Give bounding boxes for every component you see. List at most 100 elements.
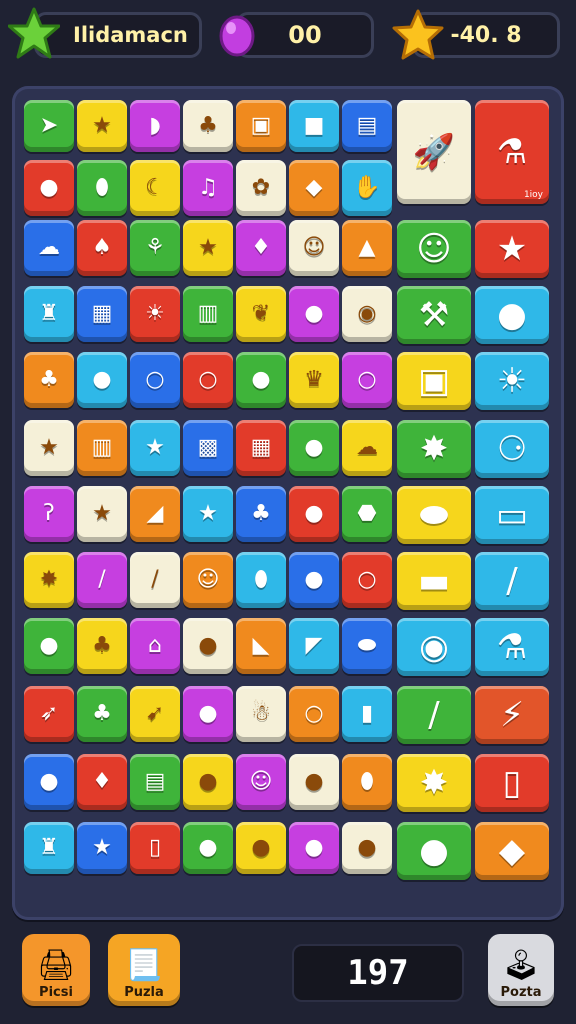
- game-tile[interactable]: ▯: [130, 822, 180, 874]
- game-tile[interactable]: ☀: [130, 286, 180, 342]
- game-tile[interactable]: ○: [342, 552, 392, 608]
- game-tile[interactable]: ★: [183, 486, 233, 542]
- game-tile[interactable]: ♣: [24, 352, 74, 408]
- big-game-tile[interactable]: ●: [475, 286, 549, 344]
- game-tile[interactable]: ☺: [183, 552, 233, 608]
- game-tile[interactable]: ●: [236, 352, 286, 408]
- game-tile[interactable]: ■: [289, 100, 339, 152]
- game-tile[interactable]: ⬮: [77, 160, 127, 216]
- game-tile[interactable]: ☁: [24, 220, 74, 276]
- game-tile[interactable]: ♛: [289, 352, 339, 408]
- game-tile[interactable]: ●: [342, 822, 392, 874]
- game-tile[interactable]: ✸: [24, 552, 74, 608]
- big-game-tile[interactable]: ◉: [397, 618, 471, 676]
- game-tile[interactable]: ♣: [77, 618, 127, 674]
- big-game-tile[interactable]: ⚗: [475, 618, 549, 676]
- game-tile[interactable]: ▥: [183, 286, 233, 342]
- game-tile[interactable]: ♫: [183, 160, 233, 216]
- game-tile[interactable]: ♜: [24, 822, 74, 874]
- game-tile[interactable]: ●: [183, 754, 233, 810]
- game-tile[interactable]: ▤: [342, 100, 392, 152]
- game-tile[interactable]: ●: [289, 420, 339, 476]
- game-tile[interactable]: ⬮: [342, 754, 392, 810]
- big-game-tile[interactable]: ●: [397, 822, 471, 880]
- big-game-tile[interactable]: ▣: [397, 352, 471, 410]
- big-game-tile[interactable]: /: [397, 686, 471, 744]
- game-tile[interactable]: ●: [24, 618, 74, 674]
- big-game-tile[interactable]: /: [475, 552, 549, 610]
- big-game-tile[interactable]: ★: [475, 220, 549, 278]
- settings-button[interactable]: 🕹 Pozta: [488, 934, 554, 1006]
- game-tile[interactable]: ▣: [236, 100, 286, 152]
- big-game-tile[interactable]: ▬: [397, 552, 471, 610]
- game-tile[interactable]: ♦: [77, 754, 127, 810]
- game-tile[interactable]: /: [77, 552, 127, 608]
- game-tile[interactable]: ▤: [130, 754, 180, 810]
- game-tile[interactable]: ★: [77, 100, 127, 152]
- game-tile[interactable]: ◗: [130, 100, 180, 152]
- game-tile[interactable]: ▲: [342, 220, 392, 276]
- game-tile[interactable]: ♦: [236, 220, 286, 276]
- game-tile[interactable]: ◢: [130, 486, 180, 542]
- game-tile[interactable]: ◣: [236, 618, 286, 674]
- game-tile[interactable]: ♣: [77, 686, 127, 742]
- game-tile[interactable]: ●: [236, 822, 286, 874]
- big-game-tile[interactable]: ⚒: [397, 286, 471, 344]
- big-game-tile[interactable]: ☀: [475, 352, 549, 410]
- game-tile[interactable]: ◤: [289, 618, 339, 674]
- game-tile[interactable]: ★: [130, 420, 180, 476]
- big-game-tile[interactable]: ☺: [397, 220, 471, 278]
- big-game-tile[interactable]: ✸: [397, 420, 471, 478]
- big-game-tile[interactable]: ⚗ 1ioy: [475, 100, 549, 204]
- game-tile[interactable]: ➤: [24, 100, 74, 152]
- big-game-tile[interactable]: ⚆: [475, 420, 549, 478]
- game-tile[interactable]: ⌂: [130, 618, 180, 674]
- game-tile[interactable]: ★: [77, 486, 127, 542]
- game-tile[interactable]: ⚘: [130, 220, 180, 276]
- game-tile[interactable]: ●: [183, 618, 233, 674]
- game-tile[interactable]: ❦: [236, 286, 286, 342]
- game-tile[interactable]: ●: [24, 754, 74, 810]
- game-tile[interactable]: ⬣: [342, 486, 392, 542]
- game-tile[interactable]: ●: [289, 754, 339, 810]
- big-game-tile[interactable]: ⚡: [475, 686, 549, 744]
- game-tile[interactable]: ✿: [236, 160, 286, 216]
- game-tile[interactable]: ☃: [236, 686, 286, 742]
- game-tile[interactable]: ☾: [130, 160, 180, 216]
- game-tile[interactable]: ○: [342, 352, 392, 408]
- game-tile[interactable]: ⬬: [342, 618, 392, 674]
- game-tile[interactable]: ☁: [342, 420, 392, 476]
- big-game-tile[interactable]: ▭: [475, 486, 549, 544]
- game-tile[interactable]: ●: [289, 286, 339, 342]
- game-tile[interactable]: ★: [24, 420, 74, 476]
- game-tile[interactable]: /: [130, 552, 180, 608]
- game-tile[interactable]: ➹: [130, 686, 180, 742]
- game-tile[interactable]: ○: [183, 352, 233, 408]
- game-tile[interactable]: ♣: [236, 486, 286, 542]
- game-tile[interactable]: ★: [77, 822, 127, 874]
- game-tile[interactable]: ▦: [236, 420, 286, 476]
- game-tile[interactable]: ●: [24, 160, 74, 216]
- game-tile[interactable]: ☺: [289, 220, 339, 276]
- big-game-tile[interactable]: ▯: [475, 754, 549, 812]
- game-tile[interactable]: ◉: [342, 286, 392, 342]
- game-tile[interactable]: ☺: [236, 754, 286, 810]
- game-tile[interactable]: ●: [183, 822, 233, 874]
- game-tile[interactable]: ♣: [183, 100, 233, 152]
- game-tile[interactable]: ✋: [342, 160, 392, 216]
- big-game-tile[interactable]: ◆: [475, 822, 549, 880]
- game-tile[interactable]: ▦: [77, 286, 127, 342]
- game-tile[interactable]: ▩: [183, 420, 233, 476]
- game-tile[interactable]: ●: [183, 686, 233, 742]
- game-tile[interactable]: ◆: [289, 160, 339, 216]
- puzzle-button[interactable]: 📃 Puzla: [108, 934, 180, 1006]
- game-tile[interactable]: ●: [77, 352, 127, 408]
- game-tile[interactable]: ○: [289, 686, 339, 742]
- game-tile[interactable]: ʔ: [24, 486, 74, 542]
- big-game-tile[interactable]: ⬬: [397, 486, 471, 544]
- game-tile[interactable]: ●: [289, 822, 339, 874]
- game-tile[interactable]: ●: [289, 552, 339, 608]
- game-tile[interactable]: ○: [130, 352, 180, 408]
- gems-counter[interactable]: 00: [236, 12, 374, 58]
- game-tile[interactable]: ▮: [342, 686, 392, 742]
